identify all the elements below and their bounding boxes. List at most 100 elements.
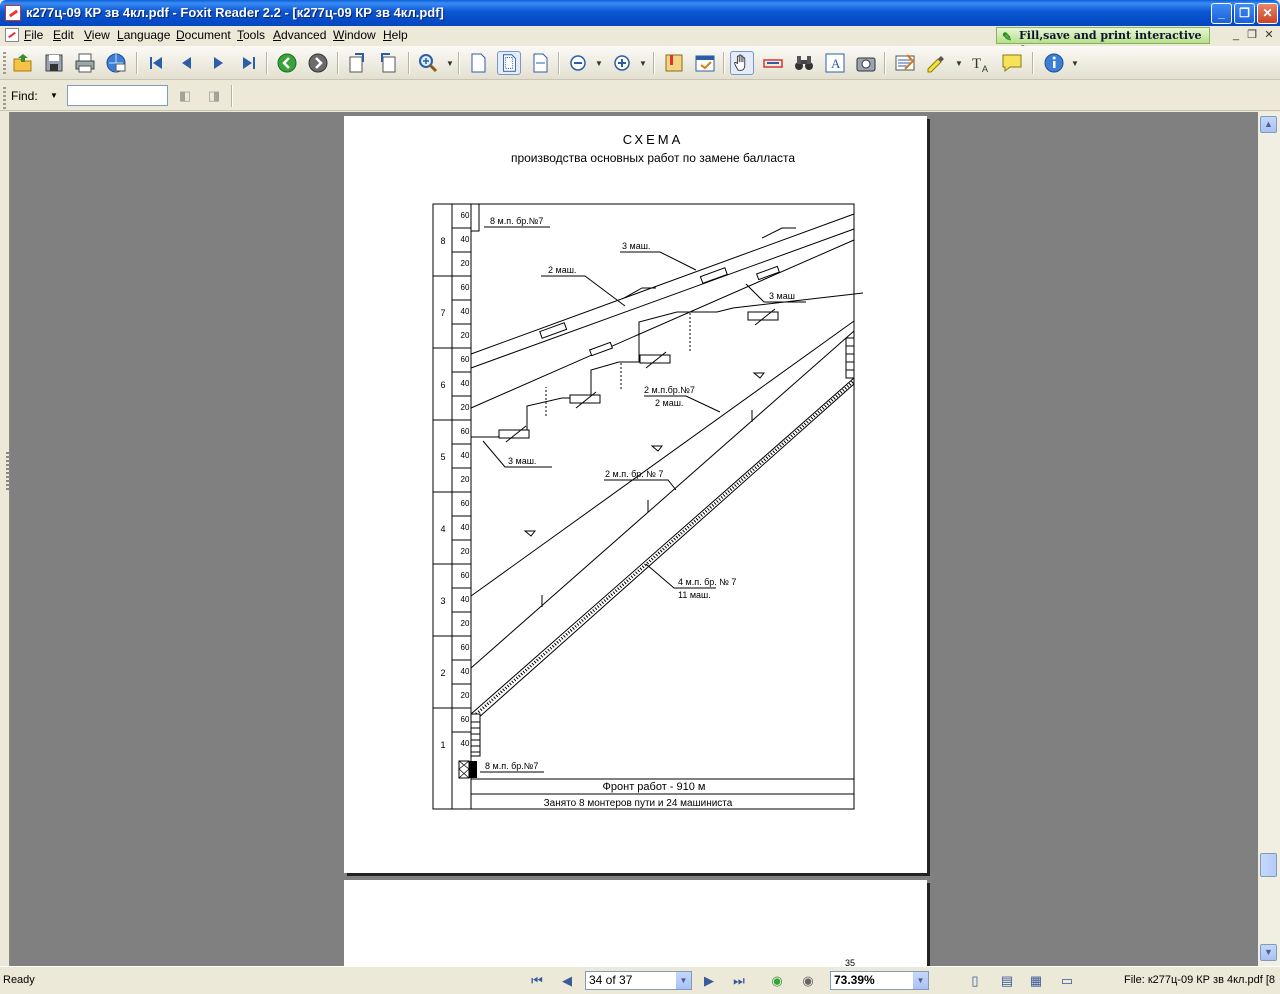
annotation-two-mp-b: 2 м.п. бр. № 7	[605, 469, 663, 479]
zoom-field[interactable]: 73.39% ▼	[830, 971, 929, 990]
forward-icon[interactable]	[306, 51, 330, 75]
zoom-in-dropdown-icon[interactable]: ▼	[639, 59, 647, 68]
status-first-page-icon[interactable]: ⏮	[528, 973, 546, 989]
note-icon[interactable]	[1000, 51, 1024, 75]
crew-band-edge	[470, 377, 855, 715]
menu-advanced[interactable]: Advanced	[273, 28, 326, 42]
snapshot-icon[interactable]	[854, 51, 878, 75]
scheme-title: СХЕМА	[623, 132, 684, 147]
text-format-icon[interactable]: TA	[969, 51, 993, 75]
find-options-dropdown-icon[interactable]: ▼	[50, 91, 58, 100]
minimize-button[interactable]: _	[1211, 3, 1232, 24]
continuous-view-icon[interactable]: ▤	[998, 973, 1016, 989]
info-icon[interactable]	[1042, 51, 1066, 75]
toolbar-separator	[408, 52, 410, 74]
zoom-in-plus-icon[interactable]	[610, 51, 634, 75]
scroll-up-button[interactable]: ▲	[1260, 116, 1277, 133]
next-page-icon[interactable]	[206, 51, 230, 75]
info-dropdown-icon[interactable]: ▼	[1071, 59, 1079, 68]
menu-tools[interactable]: Tools	[237, 28, 265, 42]
highlight-dropdown-icon[interactable]: ▼	[955, 59, 963, 68]
close-button[interactable]: ✕	[1257, 3, 1278, 24]
fit-width-icon[interactable]	[528, 51, 552, 75]
navigation-panel-edge[interactable]	[0, 112, 10, 966]
status-prev-page-icon[interactable]: ◀	[558, 973, 576, 989]
back-icon[interactable]	[275, 51, 299, 75]
typewriter-icon[interactable]	[893, 51, 917, 75]
page-number-field[interactable]: 34 of 37 ▼	[585, 971, 692, 990]
panel-splitter-handle[interactable]	[6, 452, 9, 492]
flag-markers	[523, 372, 766, 537]
find-input[interactable]	[67, 85, 168, 106]
restore-button[interactable]: ❐	[1234, 3, 1255, 24]
zoom-dropdown-icon[interactable]: ▼	[446, 59, 454, 68]
actual-size-icon[interactable]	[466, 51, 490, 75]
hand-icon[interactable]	[730, 51, 754, 75]
rotate-right-icon[interactable]	[376, 51, 400, 75]
facing-view-icon[interactable]: ▦	[1027, 973, 1045, 989]
scrollbar-thumb[interactable]	[1260, 853, 1277, 877]
menu-window[interactable]: Window	[333, 28, 376, 42]
menu-document[interactable]: Document	[176, 28, 231, 42]
page-dropdown-icon[interactable]: ▼	[676, 972, 691, 989]
text-tool-icon[interactable]: A	[823, 51, 847, 75]
menu-view[interactable]: View	[84, 28, 110, 42]
annotation-two-mash-b: 2 маш.	[655, 398, 683, 408]
menu-file[interactable]: File	[24, 28, 43, 42]
menu-language[interactable]: Language	[117, 28, 170, 42]
findbar-grip[interactable]	[3, 87, 6, 109]
email-icon[interactable]	[104, 51, 128, 75]
menu-help[interactable]: Help	[383, 28, 408, 42]
toolbar-grip[interactable]	[3, 52, 6, 74]
window-title: к277ц-09 КР зв 4кл.pdf - Foxit Reader 2.…	[26, 5, 444, 20]
find-binoculars-icon[interactable]	[792, 51, 816, 75]
highlight-icon[interactable]	[924, 51, 948, 75]
annotation-top-crew: 8 м.п. бр.№7	[490, 216, 543, 226]
zoom-field-dropdown-icon[interactable]: ▼	[913, 972, 928, 989]
find-previous-icon[interactable]: ◧	[176, 87, 194, 105]
open-icon[interactable]	[11, 51, 35, 75]
zoom-out-icon[interactable]	[566, 51, 590, 75]
minute-label: 40	[461, 739, 470, 748]
toolbar-separator	[337, 52, 339, 74]
find-next-icon[interactable]: ◨	[205, 87, 223, 105]
machine-marker	[623, 227, 796, 299]
document-icon[interactable]	[5, 28, 19, 42]
properties-icon[interactable]	[693, 51, 717, 75]
mdi-restore-button[interactable]: ❐	[1245, 29, 1259, 42]
single-page-view-icon[interactable]: ▯	[966, 973, 984, 989]
zoom-out-dropdown-icon[interactable]: ▼	[595, 59, 603, 68]
fit-page-icon[interactable]	[497, 51, 521, 75]
status-back-icon[interactable]: ◉	[768, 973, 786, 989]
print-icon[interactable]	[73, 51, 97, 75]
continuous-facing-view-icon[interactable]: ▭	[1058, 973, 1076, 989]
document-view[interactable]: СХЕМА производства основных работ по зам…	[10, 112, 1258, 966]
foxit-app-icon[interactable]	[5, 5, 21, 21]
hour-label: 3	[440, 596, 445, 606]
minute-label: 60	[461, 715, 470, 724]
save-icon[interactable]	[42, 51, 66, 75]
fill-forms-promo-button[interactable]: ✎Fill,save and print interactive forms!	[996, 27, 1210, 57]
find-bar: Find: ▼ ◧ ◨	[0, 81, 1280, 111]
minute-label: 60	[461, 499, 470, 508]
staff-count-text: Занято 8 монтеров пути и 24 машиниста	[544, 798, 733, 809]
bookmark-icon[interactable]	[662, 51, 686, 75]
status-last-page-icon[interactable]: ⏭	[730, 973, 748, 989]
toolbar-separator	[458, 52, 460, 74]
prev-page-icon[interactable]	[175, 51, 199, 75]
scroll-down-button[interactable]: ▼	[1260, 944, 1277, 961]
zoom-in-icon[interactable]	[416, 51, 440, 75]
status-next-page-icon[interactable]: ▶	[700, 973, 718, 989]
select-text-icon[interactable]	[761, 51, 785, 75]
status-forward-icon[interactable]: ◉	[799, 973, 817, 989]
first-page-icon[interactable]	[144, 51, 168, 75]
mdi-close-button[interactable]: ✕	[1262, 29, 1276, 42]
menu-edit[interactable]: Edit	[53, 28, 74, 42]
rotate-left-icon[interactable]	[345, 51, 369, 75]
vertical-scrollbar[interactable]: ▲ ▼	[1258, 112, 1280, 966]
mdi-minimize-button[interactable]: _	[1229, 29, 1243, 42]
last-page-icon[interactable]	[237, 51, 261, 75]
annotation-three-mash-b: 3 маш	[769, 291, 795, 301]
minute-label: 20	[461, 475, 470, 484]
minute-label: 40	[461, 379, 470, 388]
